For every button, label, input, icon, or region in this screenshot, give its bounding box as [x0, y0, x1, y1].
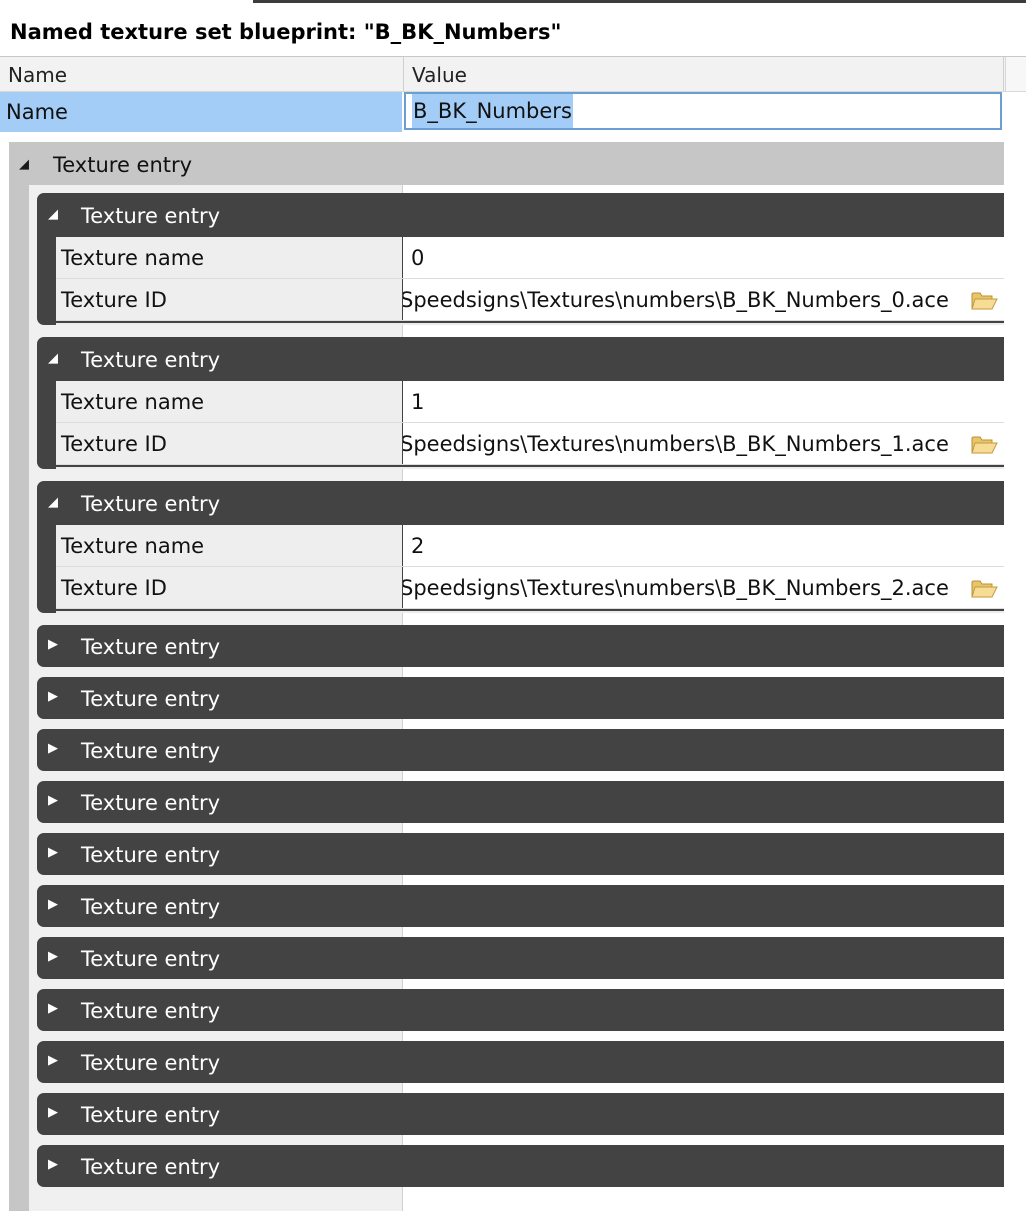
- texture-id-value[interactable]: Speedsigns\Textures\numbers\B_BK_Numbers…: [403, 567, 1004, 608]
- texture-entry-label: Texture entry: [81, 791, 221, 815]
- triangle-right-icon[interactable]: ▶: [48, 1053, 58, 1068]
- triangle-down-icon[interactable]: ◢: [48, 351, 58, 366]
- texture-entry-header[interactable]: ▶ Texture entry: [37, 781, 1004, 823]
- property-row-texture-name[interactable]: Texture name 1: [56, 381, 1004, 423]
- texture-entry-label: Texture entry: [81, 739, 221, 763]
- texture-entry: ▶ Texture entry: [37, 1041, 1004, 1083]
- texture-entry: ◢ Texture entry Texture name 0 Texture ID Spe…: [37, 193, 1004, 325]
- triangle-right-icon[interactable]: ▶: [48, 689, 58, 704]
- triangle-down-icon[interactable]: ◢: [48, 207, 58, 222]
- triangle-right-icon[interactable]: ▶: [48, 741, 58, 756]
- texture-entry: ▶ Texture entry: [37, 677, 1004, 719]
- entry-footer-gap: [56, 323, 1004, 325]
- texture-entry-header[interactable]: ▶ Texture entry: [37, 625, 1004, 667]
- texture-entry-label: Texture entry: [81, 635, 221, 659]
- triangle-right-icon[interactable]: ▶: [48, 949, 58, 964]
- triangle-right-icon[interactable]: ▶: [48, 637, 58, 652]
- texture-id-value[interactable]: Speedsigns\Textures\numbers\B_BK_Numbers…: [403, 423, 1004, 464]
- texture-entry-header[interactable]: ▶ Texture entry: [37, 1145, 1004, 1187]
- outer-texture-entry-header[interactable]: ◢ Texture entry: [9, 142, 1004, 184]
- entry-footer-gap: [56, 611, 1004, 613]
- texture-entry: ▶ Texture entry: [37, 729, 1004, 771]
- texture-id-label: Texture ID: [56, 423, 402, 464]
- texture-id-text: Speedsigns\Textures\numbers\B_BK_Numbers…: [403, 432, 949, 456]
- name-property-label: Name: [0, 92, 402, 132]
- texture-name-label: Texture name: [56, 237, 402, 278]
- triangle-right-icon[interactable]: ▶: [48, 1001, 58, 1016]
- texture-entry-label: Texture entry: [81, 947, 221, 971]
- texture-entry: ▶ Texture entry: [37, 1093, 1004, 1135]
- folder-open-icon[interactable]: [970, 289, 998, 311]
- texture-entry-header[interactable]: ▶ Texture entry: [37, 677, 1004, 719]
- texture-entry-label: Texture entry: [81, 492, 221, 516]
- header-scroll-corner: [1005, 57, 1026, 91]
- triangle-right-icon[interactable]: ▶: [48, 1157, 58, 1172]
- texture-entry-label: Texture entry: [81, 204, 221, 228]
- outer-texture-entry-label: Texture entry: [53, 153, 193, 177]
- texture-entry-label: Texture entry: [81, 1051, 221, 1075]
- texture-entry-properties: Texture name 1 Texture ID Speedsigns\Textur…: [56, 381, 1004, 469]
- property-row-texture-id[interactable]: Texture ID Speedsigns\Textures\numbers\B_…: [56, 423, 1004, 465]
- texture-entry: ▶ Texture entry: [37, 781, 1004, 823]
- property-row-texture-id[interactable]: Texture ID Speedsigns\Textures\numbers\B_…: [56, 567, 1004, 609]
- texture-entry-properties: Texture name 0 Texture ID Speedsigns\Textur…: [56, 237, 1004, 325]
- texture-entry-header[interactable]: ▶ Texture entry: [37, 989, 1004, 1031]
- property-row-texture-id[interactable]: Texture ID Speedsigns\Textures\numbers\B_…: [56, 279, 1004, 321]
- texture-entry: ▶ Texture entry: [37, 1145, 1004, 1187]
- texture-name-label: Texture name: [56, 525, 402, 566]
- texture-entry-properties: Texture name 2 Texture ID Speedsigns\Textur…: [56, 525, 1004, 613]
- folder-open-icon[interactable]: [970, 577, 998, 599]
- texture-id-label: Texture ID: [56, 279, 402, 320]
- texture-entry: ▶ Texture entry: [37, 937, 1004, 979]
- property-row-texture-name[interactable]: Texture name 0: [56, 237, 1004, 279]
- property-row-name[interactable]: Name B_BK_Numbers: [0, 92, 1004, 132]
- column-header-value[interactable]: Value: [404, 57, 1004, 91]
- column-header-name[interactable]: Name: [0, 57, 404, 91]
- texture-entry: ▶ Texture entry: [37, 885, 1004, 927]
- texture-id-value[interactable]: Speedsigns\Textures\numbers\B_BK_Numbers…: [403, 279, 1004, 320]
- texture-entry: ▶ Texture entry: [37, 833, 1004, 875]
- texture-entry-header[interactable]: ◢ Texture entry: [37, 193, 1004, 237]
- selected-text: B_BK_Numbers: [412, 94, 573, 128]
- texture-entry: ▶ Texture entry: [37, 989, 1004, 1031]
- texture-entry-header[interactable]: ◢ Texture entry: [37, 337, 1004, 381]
- texture-entry-header[interactable]: ▶ Texture entry: [37, 937, 1004, 979]
- entry-footer-gap: [56, 467, 1004, 469]
- property-row-texture-name[interactable]: Texture name 2: [56, 525, 1004, 567]
- texture-entry: ▶ Texture entry: [37, 625, 1004, 667]
- texture-entry-header[interactable]: ▶ Texture entry: [37, 885, 1004, 927]
- texture-entry-label: Texture entry: [81, 1155, 221, 1179]
- triangle-right-icon[interactable]: ▶: [48, 845, 58, 860]
- texture-entry-label: Texture entry: [81, 687, 221, 711]
- texture-entry-header[interactable]: ▶ Texture entry: [37, 833, 1004, 875]
- texture-id-text: Speedsigns\Textures\numbers\B_BK_Numbers…: [403, 288, 949, 312]
- texture-entry-label: Texture entry: [81, 895, 221, 919]
- texture-id-label: Texture ID: [56, 567, 402, 608]
- texture-entry-header[interactable]: ▶ Texture entry: [37, 729, 1004, 771]
- texture-entry-header[interactable]: ▶ Texture entry: [37, 1041, 1004, 1083]
- triangle-right-icon[interactable]: ▶: [48, 897, 58, 912]
- texture-entry-header[interactable]: ◢ Texture entry: [37, 481, 1004, 525]
- texture-entry-label: Texture entry: [81, 348, 221, 372]
- texture-entry-label: Texture entry: [81, 1103, 221, 1127]
- texture-entry-label: Texture entry: [81, 843, 221, 867]
- triangle-down-icon[interactable]: ◢: [48, 495, 58, 510]
- texture-entry: ◢ Texture entry Texture name 2 Texture ID Spe…: [37, 481, 1004, 613]
- name-value-input[interactable]: B_BK_Numbers: [404, 92, 1002, 130]
- texture-name-value[interactable]: 1: [403, 381, 1004, 422]
- column-header: Name Value: [0, 56, 1026, 92]
- texture-name-value[interactable]: 2: [403, 525, 1004, 566]
- folder-open-icon[interactable]: [970, 433, 998, 455]
- triangle-right-icon[interactable]: ▶: [48, 793, 58, 808]
- texture-id-text: Speedsigns\Textures\numbers\B_BK_Numbers…: [403, 576, 949, 600]
- triangle-right-icon[interactable]: ▶: [48, 1105, 58, 1120]
- texture-name-value[interactable]: 0: [403, 237, 1004, 278]
- texture-entry-header[interactable]: ▶ Texture entry: [37, 1093, 1004, 1135]
- triangle-down-icon[interactable]: ◢: [19, 157, 29, 172]
- texture-entry: ◢ Texture entry Texture name 1 Texture ID Spe…: [37, 337, 1004, 469]
- panel-title: Named texture set blueprint: "B_BK_Numbe…: [10, 20, 562, 44]
- texture-entry-label: Texture entry: [81, 999, 221, 1023]
- texture-name-label: Texture name: [56, 381, 402, 422]
